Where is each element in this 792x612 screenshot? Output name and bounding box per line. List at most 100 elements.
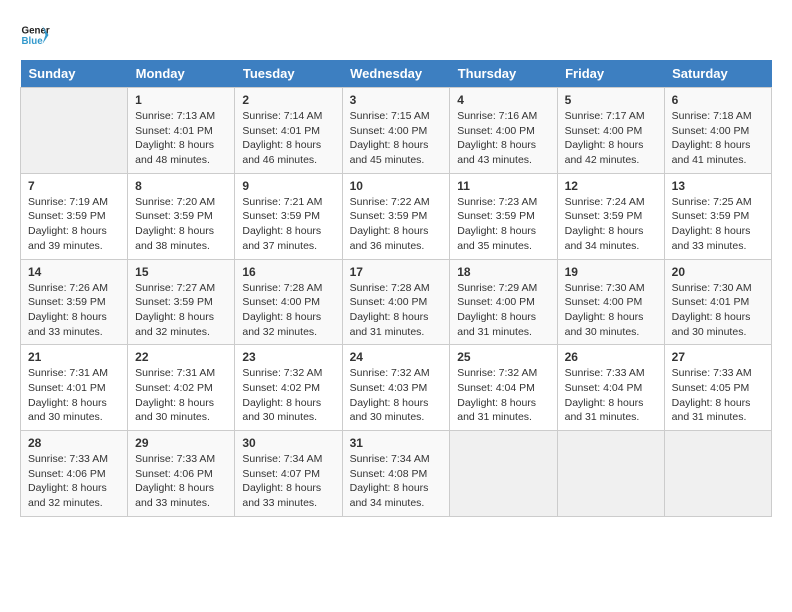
day-number: 31: [350, 436, 443, 450]
day-number: 8: [135, 179, 227, 193]
day-number: 15: [135, 265, 227, 279]
day-number: 13: [672, 179, 764, 193]
day-info: Sunrise: 7:34 AM Sunset: 4:08 PM Dayligh…: [350, 452, 443, 511]
day-number: 2: [242, 93, 334, 107]
day-header-wednesday: Wednesday: [342, 60, 450, 88]
page-header: General Blue: [20, 20, 772, 50]
day-info: Sunrise: 7:31 AM Sunset: 4:01 PM Dayligh…: [28, 366, 120, 425]
calendar-table: SundayMondayTuesdayWednesdayThursdayFrid…: [20, 60, 772, 517]
day-number: 19: [565, 265, 657, 279]
day-number: 12: [565, 179, 657, 193]
day-number: 5: [565, 93, 657, 107]
calendar-header-row: SundayMondayTuesdayWednesdayThursdayFrid…: [21, 60, 772, 88]
day-number: 1: [135, 93, 227, 107]
day-header-sunday: Sunday: [21, 60, 128, 88]
day-info: Sunrise: 7:30 AM Sunset: 4:01 PM Dayligh…: [672, 281, 764, 340]
day-number: 25: [457, 350, 549, 364]
day-number: 24: [350, 350, 443, 364]
day-info: Sunrise: 7:17 AM Sunset: 4:00 PM Dayligh…: [565, 109, 657, 168]
day-cell: 16 Sunrise: 7:28 AM Sunset: 4:00 PM Dayli…: [235, 259, 342, 345]
day-cell: 27 Sunrise: 7:33 AM Sunset: 4:05 PM Dayli…: [664, 345, 771, 431]
day-cell: 24 Sunrise: 7:32 AM Sunset: 4:03 PM Dayli…: [342, 345, 450, 431]
day-cell: 26 Sunrise: 7:33 AM Sunset: 4:04 PM Dayli…: [557, 345, 664, 431]
day-cell: [557, 431, 664, 517]
day-header-monday: Monday: [128, 60, 235, 88]
day-cell: 21 Sunrise: 7:31 AM Sunset: 4:01 PM Dayli…: [21, 345, 128, 431]
day-info: Sunrise: 7:33 AM Sunset: 4:05 PM Dayligh…: [672, 366, 764, 425]
day-number: 17: [350, 265, 443, 279]
day-cell: 8Sunrise: 7:20 AM Sunset: 3:59 PM Daylig…: [128, 173, 235, 259]
day-cell: 11 Sunrise: 7:23 AM Sunset: 3:59 PM Dayli…: [450, 173, 557, 259]
logo-icon: General Blue: [20, 20, 50, 50]
week-row-3: 21 Sunrise: 7:31 AM Sunset: 4:01 PM Dayli…: [21, 345, 772, 431]
day-cell: [664, 431, 771, 517]
day-number: 14: [28, 265, 120, 279]
day-cell: 22 Sunrise: 7:31 AM Sunset: 4:02 PM Dayli…: [128, 345, 235, 431]
day-cell: 17Sunrise: 7:28 AM Sunset: 4:00 PM Dayli…: [342, 259, 450, 345]
day-number: 30: [242, 436, 334, 450]
day-cell: 6 Sunrise: 7:18 AM Sunset: 4:00 PM Daylig…: [664, 88, 771, 174]
day-header-saturday: Saturday: [664, 60, 771, 88]
day-cell: 28Sunrise: 7:33 AM Sunset: 4:06 PM Dayli…: [21, 431, 128, 517]
week-row-0: 1 Sunrise: 7:13 AM Sunset: 4:01 PM Daylig…: [21, 88, 772, 174]
day-number: 6: [672, 93, 764, 107]
day-cell: 10 Sunrise: 7:22 AM Sunset: 3:59 PM Dayli…: [342, 173, 450, 259]
day-cell: [450, 431, 557, 517]
day-cell: 2 Sunrise: 7:14 AM Sunset: 4:01 PM Daylig…: [235, 88, 342, 174]
day-cell: 9 Sunrise: 7:21 AM Sunset: 3:59 PM Daylig…: [235, 173, 342, 259]
day-number: 10: [350, 179, 443, 193]
day-info: Sunrise: 7:30 AM Sunset: 4:00 PM Dayligh…: [565, 281, 657, 340]
day-info: Sunrise: 7:27 AM Sunset: 3:59 PM Dayligh…: [135, 281, 227, 340]
day-cell: 23Sunrise: 7:32 AM Sunset: 4:02 PM Dayli…: [235, 345, 342, 431]
week-row-1: 7Sunrise: 7:19 AM Sunset: 3:59 PM Daylig…: [21, 173, 772, 259]
day-info: Sunrise: 7:33 AM Sunset: 4:06 PM Dayligh…: [135, 452, 227, 511]
logo: General Blue: [20, 20, 54, 50]
day-number: 9: [242, 179, 334, 193]
day-info: Sunrise: 7:32 AM Sunset: 4:04 PM Dayligh…: [457, 366, 549, 425]
day-number: 26: [565, 350, 657, 364]
day-info: Sunrise: 7:13 AM Sunset: 4:01 PM Dayligh…: [135, 109, 227, 168]
day-cell: 31 Sunrise: 7:34 AM Sunset: 4:08 PM Dayli…: [342, 431, 450, 517]
day-number: 11: [457, 179, 549, 193]
day-cell: 4Sunrise: 7:16 AM Sunset: 4:00 PM Daylig…: [450, 88, 557, 174]
day-number: 29: [135, 436, 227, 450]
day-info: Sunrise: 7:28 AM Sunset: 4:00 PM Dayligh…: [242, 281, 334, 340]
day-info: Sunrise: 7:32 AM Sunset: 4:03 PM Dayligh…: [350, 366, 443, 425]
day-info: Sunrise: 7:26 AM Sunset: 3:59 PM Dayligh…: [28, 281, 120, 340]
day-cell: 14 Sunrise: 7:26 AM Sunset: 3:59 PM Dayli…: [21, 259, 128, 345]
day-info: Sunrise: 7:21 AM Sunset: 3:59 PM Dayligh…: [242, 195, 334, 254]
day-cell: 13Sunrise: 7:25 AM Sunset: 3:59 PM Dayli…: [664, 173, 771, 259]
day-number: 3: [350, 93, 443, 107]
day-cell: 25 Sunrise: 7:32 AM Sunset: 4:04 PM Dayli…: [450, 345, 557, 431]
calendar-body: 1 Sunrise: 7:13 AM Sunset: 4:01 PM Daylig…: [21, 88, 772, 517]
day-cell: 7Sunrise: 7:19 AM Sunset: 3:59 PM Daylig…: [21, 173, 128, 259]
day-number: 27: [672, 350, 764, 364]
week-row-4: 28Sunrise: 7:33 AM Sunset: 4:06 PM Dayli…: [21, 431, 772, 517]
day-info: Sunrise: 7:16 AM Sunset: 4:00 PM Dayligh…: [457, 109, 549, 168]
day-cell: 15 Sunrise: 7:27 AM Sunset: 3:59 PM Dayli…: [128, 259, 235, 345]
day-cell: 29 Sunrise: 7:33 AM Sunset: 4:06 PM Dayli…: [128, 431, 235, 517]
day-info: Sunrise: 7:34 AM Sunset: 4:07 PM Dayligh…: [242, 452, 334, 511]
day-info: Sunrise: 7:14 AM Sunset: 4:01 PM Dayligh…: [242, 109, 334, 168]
day-info: Sunrise: 7:31 AM Sunset: 4:02 PM Dayligh…: [135, 366, 227, 425]
day-header-friday: Friday: [557, 60, 664, 88]
day-number: 18: [457, 265, 549, 279]
day-cell: 18 Sunrise: 7:29 AM Sunset: 4:00 PM Dayli…: [450, 259, 557, 345]
svg-text:Blue: Blue: [22, 36, 44, 47]
week-row-2: 14 Sunrise: 7:26 AM Sunset: 3:59 PM Dayli…: [21, 259, 772, 345]
day-info: Sunrise: 7:24 AM Sunset: 3:59 PM Dayligh…: [565, 195, 657, 254]
day-info: Sunrise: 7:29 AM Sunset: 4:00 PM Dayligh…: [457, 281, 549, 340]
day-cell: 30 Sunrise: 7:34 AM Sunset: 4:07 PM Dayli…: [235, 431, 342, 517]
day-cell: 5 Sunrise: 7:17 AM Sunset: 4:00 PM Daylig…: [557, 88, 664, 174]
day-number: 16: [242, 265, 334, 279]
day-info: Sunrise: 7:18 AM Sunset: 4:00 PM Dayligh…: [672, 109, 764, 168]
day-info: Sunrise: 7:22 AM Sunset: 3:59 PM Dayligh…: [350, 195, 443, 254]
day-number: 23: [242, 350, 334, 364]
day-info: Sunrise: 7:23 AM Sunset: 3:59 PM Dayligh…: [457, 195, 549, 254]
day-number: 22: [135, 350, 227, 364]
day-number: 21: [28, 350, 120, 364]
day-header-thursday: Thursday: [450, 60, 557, 88]
day-cell: 3 Sunrise: 7:15 AM Sunset: 4:00 PM Daylig…: [342, 88, 450, 174]
day-info: Sunrise: 7:33 AM Sunset: 4:04 PM Dayligh…: [565, 366, 657, 425]
day-info: Sunrise: 7:15 AM Sunset: 4:00 PM Dayligh…: [350, 109, 443, 168]
